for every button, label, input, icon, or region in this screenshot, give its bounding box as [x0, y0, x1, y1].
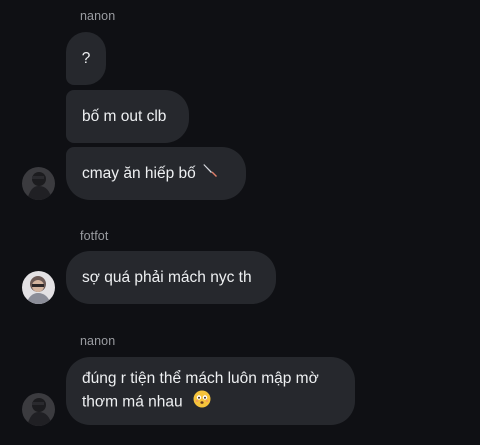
- avatar[interactable]: [22, 393, 55, 426]
- flushed-face-emoji: [193, 390, 211, 415]
- avatar[interactable]: [22, 167, 55, 200]
- chat-thread: nanon ? bố m out clb cmay ăn hiếp bố fot…: [0, 0, 480, 445]
- message-text: ?: [81, 50, 91, 67]
- message-bubble[interactable]: cmay ăn hiếp bố: [66, 147, 246, 200]
- avatar[interactable]: [22, 271, 55, 304]
- sender-name: fotfot: [80, 229, 109, 243]
- message-text: cmay ăn hiếp bố: [82, 165, 196, 182]
- message-text: sợ quá phải mách nyc th: [82, 269, 252, 286]
- sender-name: nanon: [80, 334, 116, 348]
- message-bubble[interactable]: ?: [66, 32, 106, 85]
- message-bubble[interactable]: bố m out clb: [66, 90, 189, 143]
- message-text: đúng r tiện thể mách luôn mập mờ: [82, 370, 319, 387]
- knife-icon: [202, 162, 218, 185]
- message-text: bố m out clb: [82, 108, 167, 125]
- message-text: thơm má nhau: [82, 393, 183, 411]
- message-bubble[interactable]: đúng r tiện thể mách luôn mập mờ thơm má…: [66, 357, 355, 425]
- message-bubble[interactable]: sợ quá phải mách nyc th: [66, 251, 276, 304]
- sender-name: nanon: [80, 9, 116, 23]
